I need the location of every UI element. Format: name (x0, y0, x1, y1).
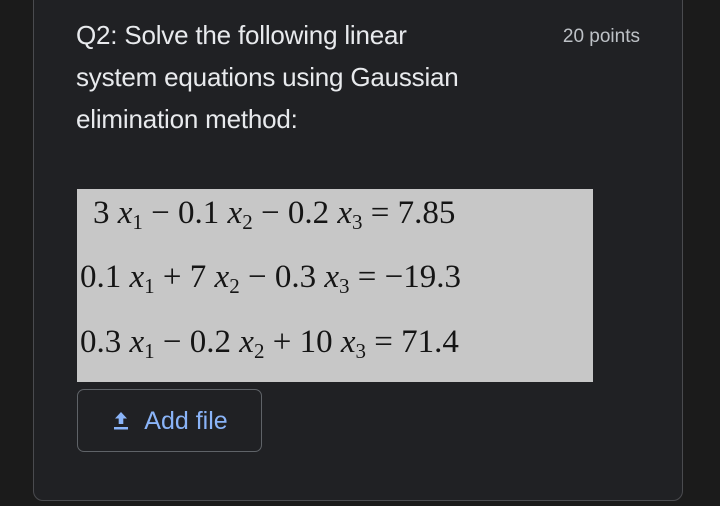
variable: x (129, 259, 145, 295)
coefficient: 3 (93, 195, 118, 231)
points-label: 20 points (562, 26, 640, 47)
coefficient: 10 (299, 324, 341, 360)
variable-subscript: 1 (144, 274, 155, 298)
variable-subscript: 1 (144, 339, 155, 363)
add-file-button[interactable]: Add file (77, 389, 262, 452)
coefficient: 0.1 (80, 259, 130, 295)
variable: x (214, 259, 230, 295)
coefficient: 0.1 (178, 195, 228, 231)
form-page: Q2: Solve the following linear system eq… (0, 0, 720, 506)
question-line: system equations using Gaussian (76, 62, 459, 92)
operator: − (142, 195, 179, 231)
upload-icon (111, 409, 131, 433)
question-title: Q2: Solve the following linear system eq… (76, 14, 526, 140)
right-hand-side: = 71.4 (365, 324, 459, 360)
variable-subscript: 2 (253, 339, 265, 363)
coefficient: 0.3 (274, 259, 325, 295)
variable-subscript: 2 (242, 210, 253, 234)
variable: x (337, 195, 352, 231)
add-file-label: Add file (144, 406, 228, 435)
coefficient: 7 (189, 259, 215, 295)
operator: + (264, 324, 300, 360)
coefficient: 0.2 (287, 195, 338, 231)
right-hand-side: = −19.3 (349, 259, 461, 295)
variable: x (227, 195, 243, 231)
equation-2: 0.1 x1 + 7 x2 − 0.3 x3 = −19.3 (80, 257, 461, 297)
variable-subscript: 3 (355, 339, 366, 363)
variable-subscript: 2 (229, 274, 240, 298)
question-line: Q2: Solve the following linear (76, 20, 407, 50)
equation-3: 0.3 x1 − 0.2 x2 + 10 x3 = 71.4 (80, 322, 459, 362)
coefficient: 0.3 (80, 324, 130, 360)
variable: x (129, 324, 145, 360)
variable: x (239, 324, 254, 360)
variable: x (340, 324, 356, 360)
variable: x (117, 195, 133, 231)
operator: − (239, 259, 275, 295)
operator: + (154, 259, 190, 295)
variable-subscript: 3 (351, 210, 363, 234)
right-hand-side: = 7.85 (362, 195, 456, 231)
variable-subscript: 1 (132, 210, 143, 234)
question-line: elimination method: (76, 104, 298, 134)
operator: − (154, 324, 190, 360)
equation-1: 3 x1 − 0.1 x2 − 0.2 x3 = 7.85 (93, 193, 455, 233)
operator: − (252, 195, 288, 231)
variable: x (324, 259, 339, 295)
coefficient: 0.2 (189, 324, 240, 360)
variable-subscript: 3 (338, 274, 350, 298)
